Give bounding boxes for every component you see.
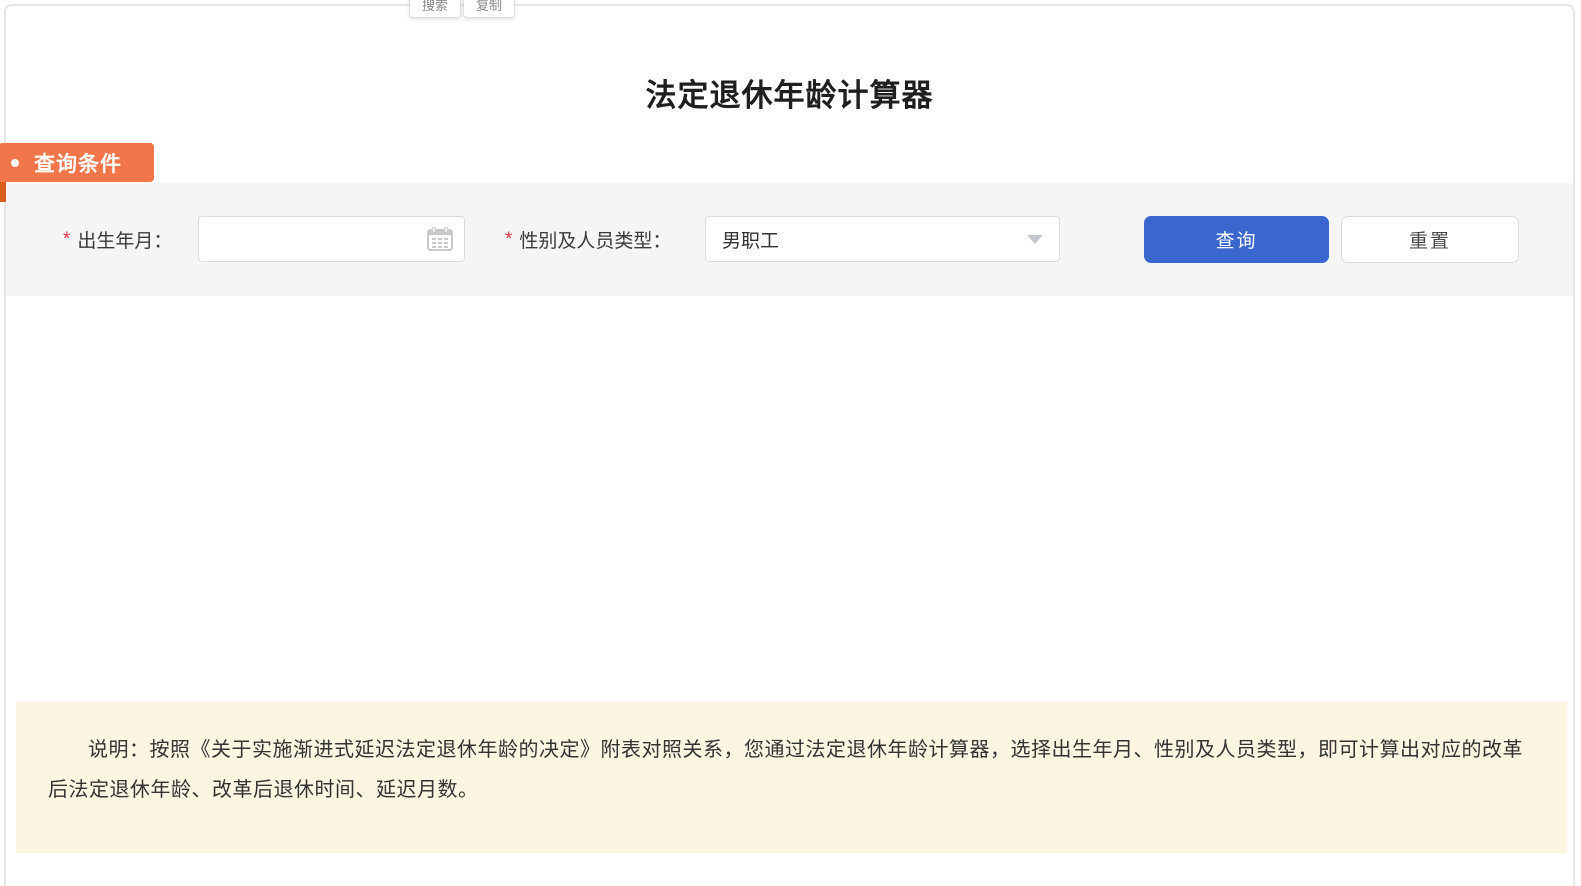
page-title: 法定退休年龄计算器 bbox=[6, 70, 1573, 115]
required-marker: * bbox=[505, 229, 512, 251]
gender-type-label-text: 性别及人员类型： bbox=[519, 226, 671, 253]
query-button[interactable]: 查询 bbox=[1144, 216, 1329, 263]
gender-type-label: * 性别及人员类型： bbox=[505, 183, 671, 296]
top-tabs: 搜索 复制 bbox=[409, 0, 515, 18]
required-marker: * bbox=[63, 229, 70, 251]
copy-tab-button[interactable]: 复制 bbox=[463, 0, 515, 18]
chevron-down-icon bbox=[1027, 235, 1043, 244]
birth-date-label: * 出生年月： bbox=[63, 183, 172, 296]
gender-type-selected-value: 男职工 bbox=[722, 226, 1027, 253]
search-tab-button[interactable]: 搜索 bbox=[409, 0, 461, 18]
birth-date-field bbox=[198, 216, 465, 262]
query-form: * 出生年月： * 性别及人员类型： 男职工 bbox=[6, 183, 1573, 296]
note-text: 说明：按照《关于实施渐进式延迟法定退休年龄的决定》附表对照关系，您通过法定退休年… bbox=[48, 730, 1533, 810]
ribbon-fold bbox=[0, 182, 6, 202]
section-title: 查询条件 bbox=[34, 148, 122, 178]
section-ribbon: 查询条件 bbox=[0, 143, 154, 182]
birth-date-input[interactable] bbox=[198, 216, 465, 262]
note-box: 说明：按照《关于实施渐进式延迟法定退休年龄的决定》附表对照关系，您通过法定退休年… bbox=[16, 702, 1567, 853]
birth-date-label-text: 出生年月： bbox=[77, 226, 172, 253]
bullet-icon bbox=[11, 159, 19, 167]
reset-button[interactable]: 重置 bbox=[1341, 216, 1519, 263]
page-container: 搜索 复制 法定退休年龄计算器 查询条件 * 出生年月： bbox=[4, 4, 1575, 886]
gender-type-select[interactable]: 男职工 bbox=[705, 216, 1060, 262]
